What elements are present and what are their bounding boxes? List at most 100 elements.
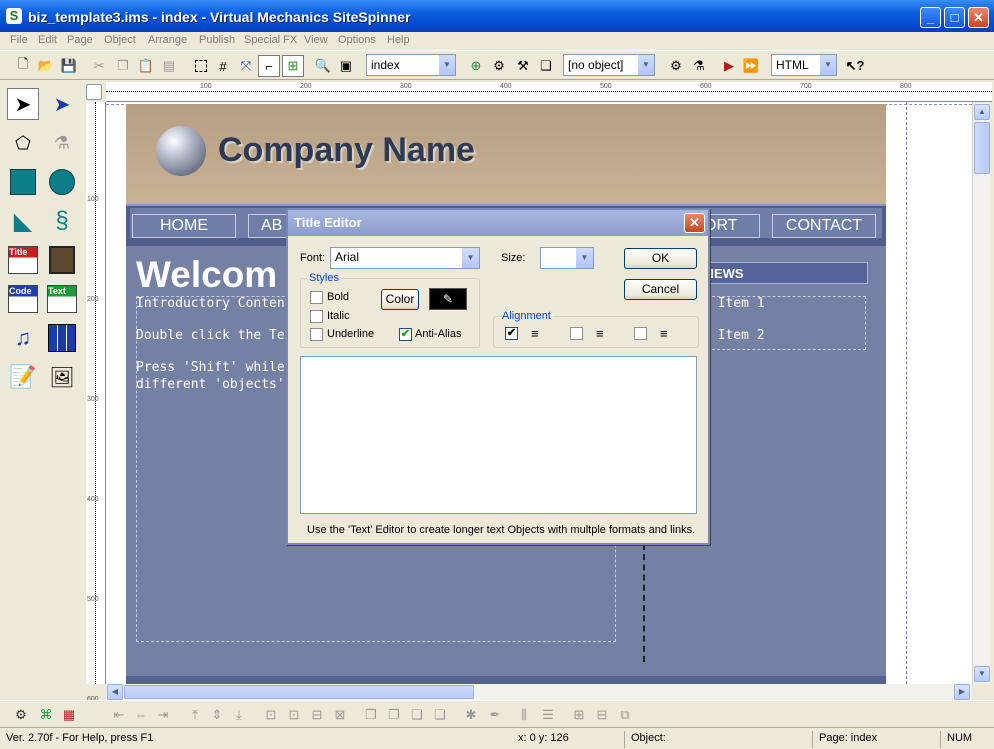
chevron-down-icon[interactable]: ▼ — [637, 55, 654, 75]
size-width-icon[interactable]: ⊡ — [262, 706, 280, 724]
antialias-checkbox[interactable]: ✔ — [399, 328, 412, 341]
ruler-corner-button[interactable] — [86, 84, 102, 100]
image-icon[interactable] — [46, 244, 78, 276]
table-icon[interactable] — [46, 322, 78, 354]
nav-contact[interactable]: CONTACT — [772, 214, 876, 238]
guides-toggle-icon[interactable]: ⊞ — [282, 55, 304, 77]
menu-file[interactable]: File — [10, 34, 28, 46]
direct-select-icon[interactable]: ➤ — [46, 88, 78, 120]
new-page-icon[interactable]: 🗋 — [12, 55, 34, 77]
ruler-toggle-icon[interactable]: ⌐ — [258, 55, 280, 77]
size-height-icon[interactable]: ⊡ — [285, 706, 303, 724]
align-center-checkbox[interactable] — [570, 327, 583, 340]
align-right-checkbox[interactable] — [634, 327, 647, 340]
ungroup-icon[interactable]: ⊟ — [593, 706, 611, 724]
page-properties-icon[interactable]: ⚒ — [512, 55, 534, 77]
rectangle-icon[interactable] — [7, 166, 39, 198]
underline-checkbox[interactable] — [310, 328, 323, 341]
ok-button[interactable]: OK — [624, 248, 697, 269]
page-settings-icon[interactable]: ⚙ — [488, 55, 510, 77]
menu-page[interactable]: Page — [67, 34, 93, 46]
select-box-icon[interactable] — [190, 55, 212, 77]
curve-icon[interactable]: § — [46, 205, 78, 237]
size-both-icon[interactable]: ⊟ — [308, 706, 326, 724]
news-heading[interactable]: T NEWS — [686, 262, 868, 284]
company-name[interactable]: Company Name — [218, 131, 475, 170]
site-map-icon[interactable]: ⌘ — [37, 706, 55, 724]
dialog-close-icon[interactable]: ✕ — [684, 213, 705, 233]
align-left-icon[interactable]: ⇤ — [110, 706, 128, 724]
title-text-input[interactable] — [300, 356, 697, 514]
code-icon[interactable]: Code — [7, 283, 39, 315]
play-icon[interactable]: ▶ — [718, 55, 740, 77]
delete-icon[interactable]: ▤ — [158, 55, 180, 77]
menu-view[interactable]: View — [304, 34, 328, 46]
context-help-icon[interactable]: ↖? — [844, 55, 866, 77]
preview-icon[interactable]: ▣ — [335, 55, 357, 77]
ellipse-icon[interactable] — [46, 166, 78, 198]
zoom-icon[interactable]: 🔍 — [312, 55, 334, 77]
align-top-icon[interactable]: ⤒ — [186, 706, 204, 724]
title-bar[interactable]: S biz_template3.ims - index - Virtual Me… — [0, 0, 994, 32]
align-bottom-icon[interactable]: ⤓ — [230, 706, 248, 724]
paste-icon[interactable]: 📋 — [135, 55, 157, 77]
send-back-icon[interactable]: ❏ — [431, 706, 449, 724]
maximize-button[interactable]: □ — [944, 7, 965, 28]
text-icon[interactable]: Text — [46, 283, 78, 315]
fill-icon[interactable]: ⚗ — [46, 127, 78, 159]
select-arrow-icon[interactable]: ➤ — [7, 88, 39, 120]
page-footer[interactable] — [126, 676, 886, 684]
nav-about[interactable]: AB — [248, 214, 288, 238]
align-middle-icon[interactable]: ⇕ — [208, 706, 226, 724]
menu-help[interactable]: Help — [387, 34, 410, 46]
layers-icon[interactable]: ▦ — [60, 706, 78, 724]
chevron-down-icon[interactable]: ▼ — [462, 248, 479, 268]
space-horizontal-icon[interactable]: ⫼ — [515, 706, 533, 724]
menu-options[interactable]: Options — [338, 34, 376, 46]
object-effects-icon[interactable]: ⚗ — [688, 55, 710, 77]
save-icon[interactable]: 💾 — [58, 55, 80, 77]
nav-home[interactable]: HOME — [132, 214, 236, 238]
eyedropper-icon[interactable]: ✎ — [429, 288, 467, 310]
effects-icon[interactable]: ✱ — [462, 706, 480, 724]
cut-icon[interactable]: ✂ — [88, 55, 110, 77]
menu-publish[interactable]: Publish — [199, 34, 235, 46]
scroll-right-icon[interactable]: ▶ — [954, 684, 970, 700]
object-properties-icon[interactable]: ⚙ — [665, 55, 687, 77]
chevron-down-icon[interactable]: ▼ — [438, 55, 455, 75]
color-button[interactable]: Color — [381, 289, 419, 310]
send-backward-icon[interactable]: ❏ — [408, 706, 426, 724]
align-left-checkbox[interactable]: ✔ — [505, 327, 518, 340]
size-select[interactable]: ▼ — [540, 247, 594, 269]
duplicate-page-icon[interactable]: ❏ — [535, 55, 557, 77]
align-center-h-icon[interactable]: ⇔ — [132, 706, 150, 724]
snap-icon[interactable]: ⤧ — [235, 55, 257, 77]
logo-sphere[interactable] — [156, 126, 206, 176]
cancel-button[interactable]: Cancel — [624, 279, 697, 300]
title-text-icon[interactable]: Title — [7, 244, 39, 276]
text-effects-icon[interactable]: ✒ — [486, 706, 504, 724]
node-edit-icon[interactable]: ⬠ — [7, 127, 39, 159]
fast-forward-icon[interactable]: ⏩ — [740, 55, 762, 77]
horizontal-scrollbar[interactable]: ◀ ▶ — [106, 684, 972, 700]
divider-line[interactable] — [643, 544, 645, 662]
bold-checkbox[interactable] — [310, 291, 323, 304]
media-icon[interactable]: ♫ — [7, 322, 39, 354]
bring-front-icon[interactable]: ❐ — [362, 706, 380, 724]
menu-object[interactable]: Object — [104, 34, 136, 46]
polygon-icon[interactable]: ◣ — [7, 205, 39, 237]
scroll-up-icon[interactable]: ▲ — [974, 104, 990, 120]
chevron-down-icon[interactable]: ▼ — [819, 55, 836, 75]
page-select[interactable]: index ▼ — [366, 54, 456, 76]
menu-special-fx[interactable]: Special FX — [244, 34, 297, 46]
bring-forward-icon[interactable]: ❐ — [385, 706, 403, 724]
header-band[interactable]: Company Name — [126, 104, 886, 204]
vertical-scroll-thumb[interactable] — [974, 122, 990, 174]
object-select[interactable]: [no object] ▼ — [563, 54, 655, 76]
align-right-icon[interactable]: ⇥ — [154, 706, 172, 724]
link-icon[interactable]: ⧉ — [616, 706, 634, 724]
font-select[interactable]: Arial ▼ — [330, 247, 480, 269]
space-vertical-icon[interactable]: ☰ — [539, 706, 557, 724]
nav-support[interactable]: ORT — [704, 214, 760, 238]
title-editor-dialog[interactable]: Title Editor ✕ Font: Arial ▼ Size: ▼ OK … — [286, 208, 710, 545]
